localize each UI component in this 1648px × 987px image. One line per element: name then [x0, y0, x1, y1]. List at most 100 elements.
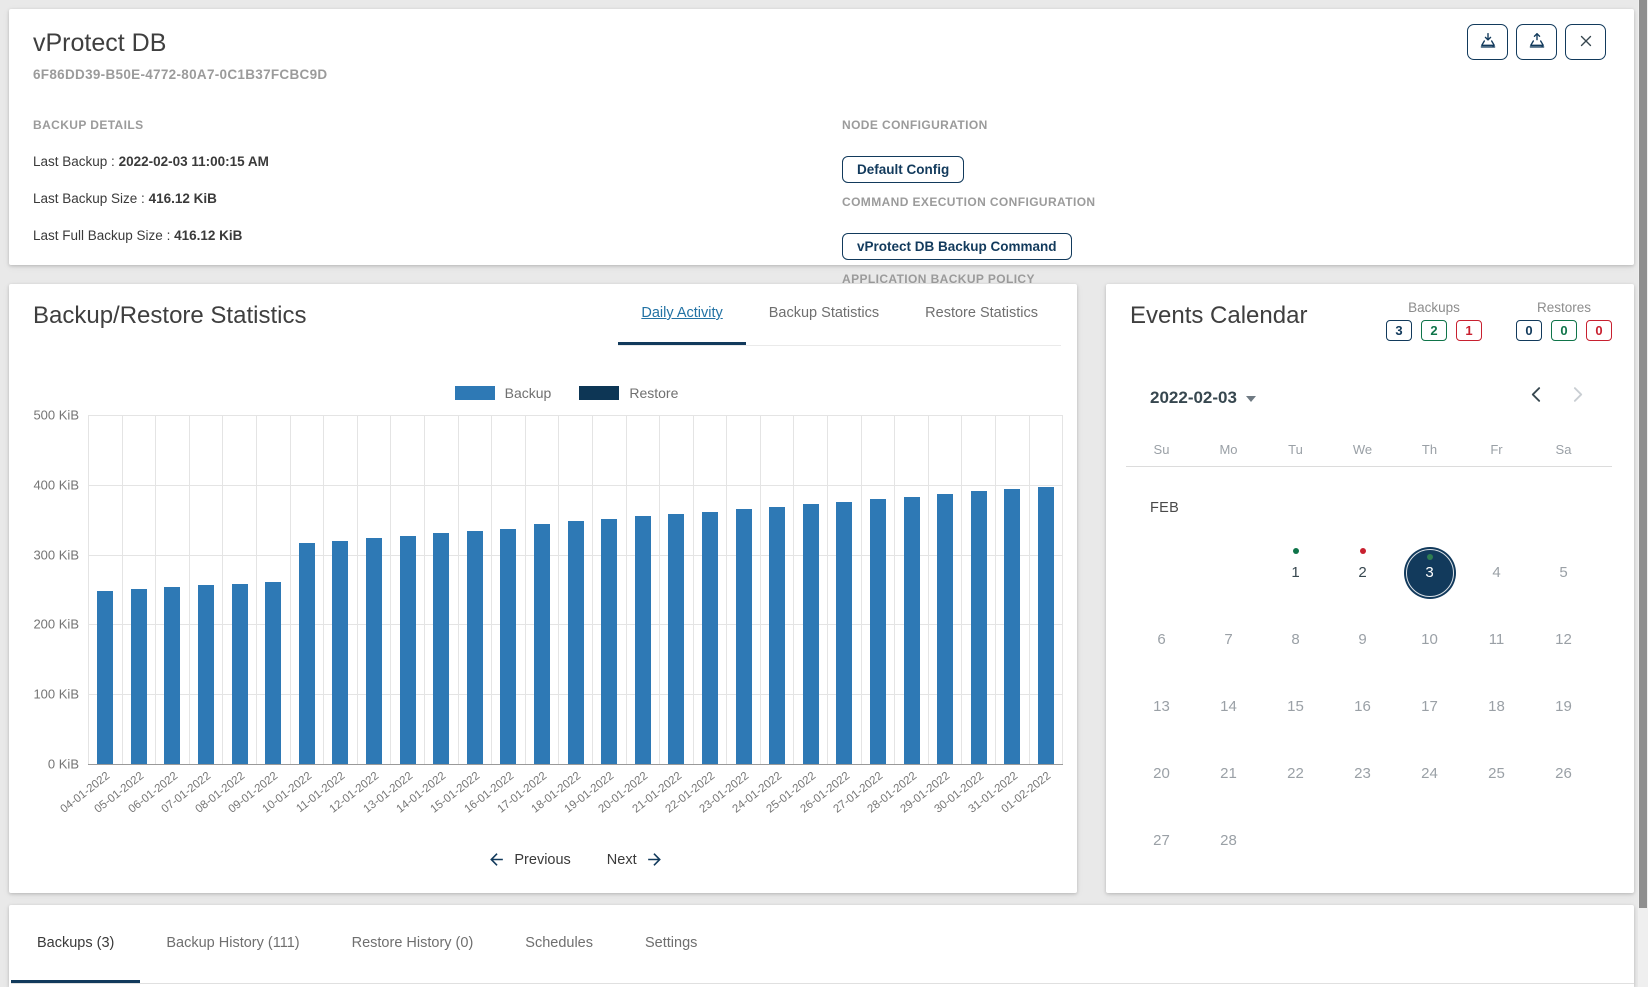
next-button[interactable]: Next: [607, 850, 664, 869]
page-scrollbar[interactable]: [1638, 0, 1648, 987]
chart-column: 21-01-2022: [660, 415, 694, 764]
calendar-day[interactable]: 26: [1530, 740, 1597, 807]
tab-daily-activity[interactable]: Daily Activity: [618, 284, 745, 345]
chart-column: 25-01-2022: [794, 415, 828, 764]
calendar-day[interactable]: 12: [1530, 606, 1597, 673]
tab-backup-history-111[interactable]: Backup History (111): [140, 905, 325, 983]
calendar-day[interactable]: 1: [1262, 539, 1329, 606]
backup-bar[interactable]: [366, 538, 382, 764]
backup-bar[interactable]: [904, 497, 920, 764]
backup-bar[interactable]: [1038, 487, 1054, 764]
backup-bar[interactable]: [164, 587, 180, 764]
scrollbar-thumb[interactable]: [1639, 0, 1647, 908]
import-button[interactable]: [1516, 24, 1557, 60]
backup-bar[interactable]: [433, 533, 449, 764]
calendar-day[interactable]: 4: [1463, 539, 1530, 606]
backup-bar[interactable]: [568, 521, 584, 764]
previous-button[interactable]: Previous: [487, 850, 570, 869]
day-number: 14: [1220, 698, 1237, 715]
close-button[interactable]: [1565, 24, 1606, 60]
backup-bar[interactable]: [500, 529, 516, 764]
backup-bar[interactable]: [534, 524, 550, 764]
calendar-day[interactable]: 2: [1329, 539, 1396, 606]
tab-restore-history-0[interactable]: Restore History (0): [326, 905, 500, 983]
calendar-day[interactable]: 20: [1128, 740, 1195, 807]
calendar-day[interactable]: 24: [1396, 740, 1463, 807]
backup-bar[interactable]: [635, 516, 651, 764]
calendar-day[interactable]: 18: [1463, 673, 1530, 740]
tab-schedules[interactable]: Schedules: [499, 905, 619, 983]
calendar-day[interactable]: 3: [1396, 539, 1463, 606]
backup-bar[interactable]: [769, 507, 785, 764]
chart-column: 08-01-2022: [223, 415, 257, 764]
calendar-day[interactable]: 28: [1195, 807, 1262, 874]
badge-row: 000: [1516, 320, 1612, 341]
chart-column: 22-01-2022: [694, 415, 728, 764]
backup-bar[interactable]: [400, 536, 416, 764]
count-badge[interactable]: 1: [1456, 320, 1482, 341]
calendar-day[interactable]: 22: [1262, 740, 1329, 807]
tab-settings[interactable]: Settings: [619, 905, 723, 983]
backup-bar[interactable]: [1004, 489, 1020, 764]
chart-column: 27-01-2022: [862, 415, 896, 764]
config-chip-button[interactable]: vProtect DB Backup Command: [842, 233, 1072, 260]
backup-bar[interactable]: [97, 591, 113, 764]
backup-bar[interactable]: [702, 512, 718, 764]
calendar-day[interactable]: 16: [1329, 673, 1396, 740]
calendar-day[interactable]: 25: [1463, 740, 1530, 807]
calendar-day[interactable]: 23: [1329, 740, 1396, 807]
backup-bar[interactable]: [232, 584, 248, 764]
tab-backups-3[interactable]: Backups (3): [11, 905, 140, 983]
day-number: 16: [1354, 698, 1371, 715]
backup-bar[interactable]: [803, 504, 819, 764]
count-badge[interactable]: 3: [1386, 320, 1412, 341]
calendar-day[interactable]: 15: [1262, 673, 1329, 740]
calendar-day[interactable]: 8: [1262, 606, 1329, 673]
backup-bar[interactable]: [736, 509, 752, 764]
backup-bar[interactable]: [971, 491, 987, 764]
calendar-day[interactable]: 9: [1329, 606, 1396, 673]
tab-backup-statistics[interactable]: Backup Statistics: [746, 284, 902, 345]
date-picker[interactable]: 2022-02-03: [1150, 388, 1256, 408]
backup-bar[interactable]: [836, 502, 852, 764]
day-number: 11: [1489, 631, 1505, 648]
calendar-prev-button[interactable]: [1528, 386, 1545, 403]
count-badge[interactable]: 0: [1516, 320, 1542, 341]
calendar-day[interactable]: 14: [1195, 673, 1262, 740]
daily-activity-bar-chart: 04-01-202205-01-202206-01-202207-01-2022…: [88, 415, 1063, 764]
backup-bar[interactable]: [467, 531, 483, 764]
calendar-day[interactable]: 21: [1195, 740, 1262, 807]
calendar-day[interactable]: 17: [1396, 673, 1463, 740]
backup-bar[interactable]: [332, 541, 348, 764]
backup-bar[interactable]: [937, 494, 953, 764]
calendar-day[interactable]: 19: [1530, 673, 1597, 740]
chart-column: 31-01-2022: [996, 415, 1030, 764]
chevron-left-icon: [1528, 386, 1545, 403]
calendar-day[interactable]: 6: [1128, 606, 1195, 673]
backup-bar[interactable]: [668, 514, 684, 764]
calendar-day[interactable]: 7: [1195, 606, 1262, 673]
export-button[interactable]: [1467, 24, 1508, 60]
count-badge[interactable]: 2: [1421, 320, 1447, 341]
backup-bar[interactable]: [299, 543, 315, 764]
calendar-day[interactable]: 13: [1128, 673, 1195, 740]
config-chip-button[interactable]: Default Config: [842, 156, 964, 183]
calendar-day[interactable]: 10: [1396, 606, 1463, 673]
calendar-empty-cell: [1530, 807, 1597, 874]
tab-restore-statistics[interactable]: Restore Statistics: [902, 284, 1061, 345]
count-badge[interactable]: 0: [1586, 320, 1612, 341]
backup-bar[interactable]: [265, 582, 281, 764]
calendar-next-button[interactable]: [1569, 386, 1586, 403]
backup-bar[interactable]: [601, 519, 617, 764]
count-badge[interactable]: 0: [1551, 320, 1577, 341]
backup-bar[interactable]: [131, 589, 147, 764]
calendar-empty-cell: [1262, 807, 1329, 874]
backup-bar[interactable]: [198, 585, 214, 764]
calendar-day[interactable]: 27: [1128, 807, 1195, 874]
backup-bar[interactable]: [870, 499, 886, 764]
calendar-day[interactable]: 5: [1530, 539, 1597, 606]
selected-day-circle[interactable]: 3: [1404, 547, 1456, 599]
chart-column: 26-01-2022: [828, 415, 862, 764]
calendar-day[interactable]: 11: [1463, 606, 1530, 673]
detail-label: Last Backup Size :: [33, 191, 149, 206]
